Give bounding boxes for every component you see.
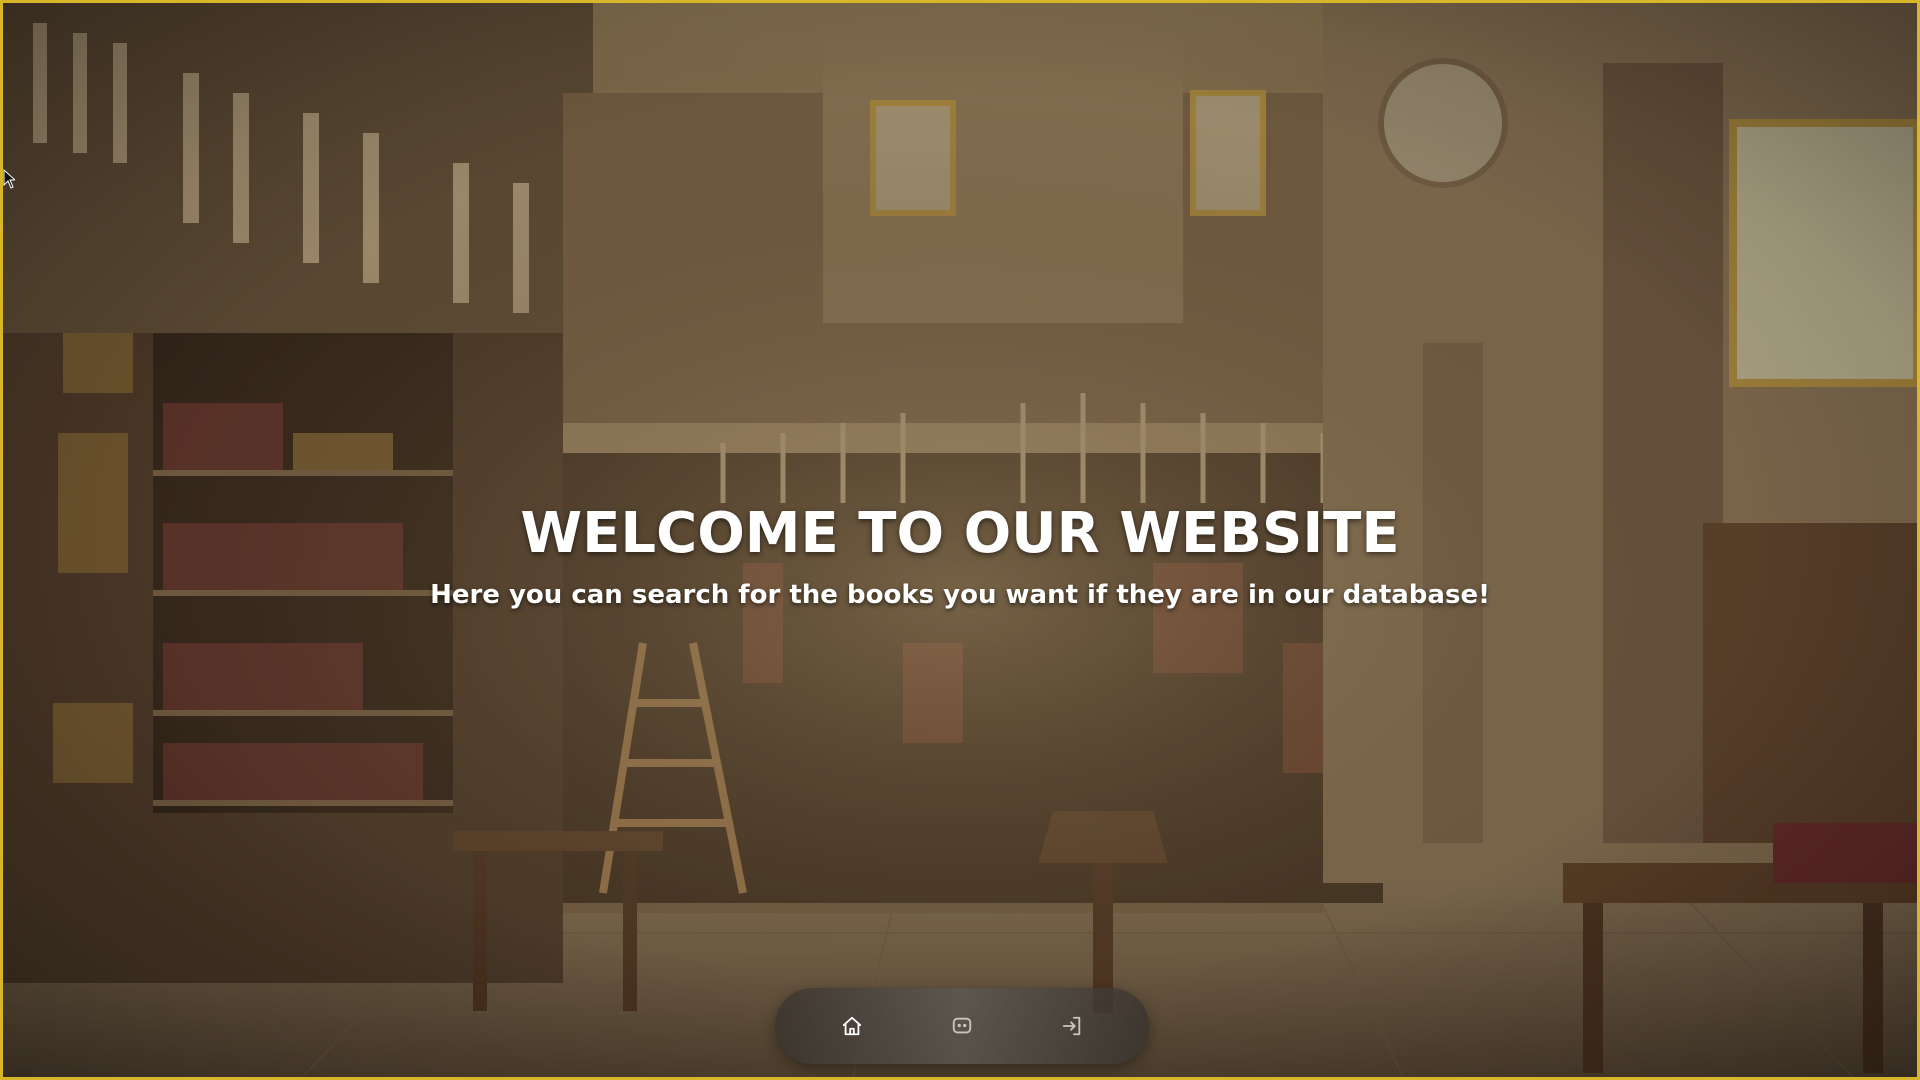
chat-button[interactable] <box>934 998 990 1054</box>
hero-title: WELCOME TO OUR WEBSITE <box>520 501 1400 566</box>
bottom-navigation-bar <box>775 988 1149 1064</box>
hero-subtitle: Here you can search for the books you wa… <box>430 580 1490 610</box>
home-button[interactable] <box>824 998 880 1054</box>
login-icon <box>1062 1016 1081 1036</box>
mouse-cursor-icon <box>3 169 15 189</box>
home-icon <box>842 1016 862 1036</box>
login-button[interactable] <box>1044 998 1100 1054</box>
app-window: WELCOME TO OUR WEBSITE Here you can sear… <box>0 0 1920 1080</box>
chat-icon <box>952 1017 972 1034</box>
hero-section: WELCOME TO OUR WEBSITE Here you can sear… <box>3 501 1917 610</box>
